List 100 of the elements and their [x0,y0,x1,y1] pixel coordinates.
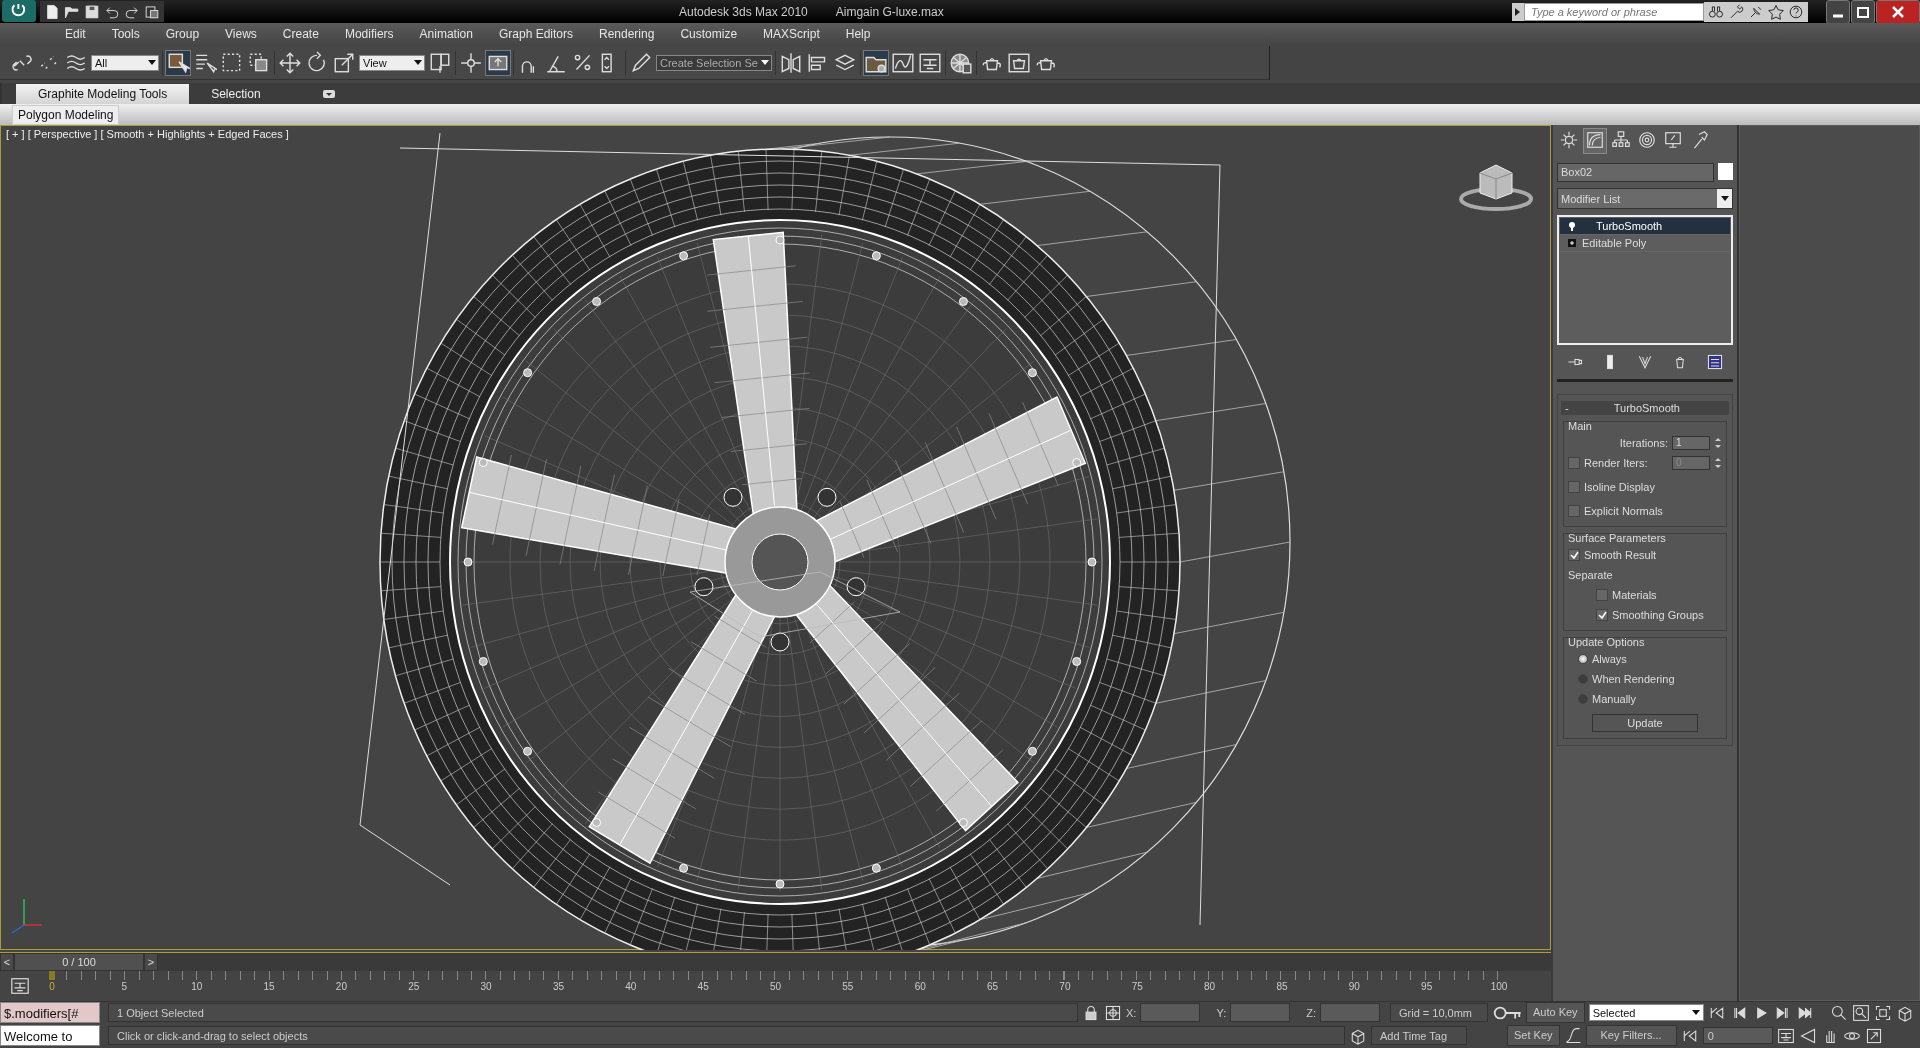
checkbox-label: Materials [1612,589,1657,602]
checkbox[interactable] [1568,549,1580,562]
reference-coordinate-dropdown[interactable]: View [359,54,425,71]
menu-item[interactable]: Views [212,27,270,42]
menu-item[interactable]: Edit [52,27,99,42]
frame-tick-label: 70 [1059,981,1071,993]
zoom-icon[interactable] [1829,1003,1848,1022]
grid-status: Grid = 10,0mm [1390,1003,1488,1023]
save-icon[interactable] [84,3,100,20]
selection-status: 1 Object Selected [108,1003,1078,1023]
ribbon-panel-label[interactable]: Polygon Modeling [12,104,120,125]
star-icon[interactable] [1768,3,1784,20]
restore-icon[interactable] [1851,0,1875,24]
light-bulb-icon[interactable] [1568,221,1576,231]
listener-field[interactable]: Welcome to [0,1025,100,1047]
time-slider-thumb[interactable]: 0 / 100 [14,953,144,972]
time-config-icon[interactable] [1776,1026,1795,1045]
frame-tick-label: 0 [49,981,55,993]
previous-frame-button[interactable]: < [0,953,14,972]
menu-item[interactable]: Create [269,27,332,42]
binoculars-icon[interactable] [1708,3,1724,20]
panel-tab[interactable] [1583,128,1607,155]
checkbox[interactable] [1568,481,1580,494]
spinner-arrows-icon[interactable] [1714,436,1722,451]
zoom-all-icon[interactable] [1851,1003,1870,1022]
stack-item[interactable]: TurboSmooth [1560,218,1730,236]
frame-tick-label: 65 [987,981,999,993]
stack-item[interactable]: Editable Poly [1560,235,1730,253]
set-key-button[interactable]: Set Key [1507,1025,1560,1047]
ribbon-tab[interactable]: Graphite Modeling Tools [16,84,190,105]
x-field[interactable] [1140,1003,1201,1023]
z-field[interactable] [1320,1003,1380,1023]
new-file-icon[interactable] [44,3,60,20]
folder-icon[interactable] [864,50,888,75]
close-icon[interactable] [1876,0,1920,24]
frame-tick-label: 80 [1204,981,1216,993]
menu-item[interactable]: Customize [667,27,751,42]
move-icon[interactable] [278,50,302,75]
key-filters-button[interactable]: Key Filters... [1585,1025,1677,1047]
minimize-icon[interactable] [1826,0,1850,24]
group-title: Surface Parameters [1568,532,1667,545]
menu-item[interactable]: Group [152,27,213,42]
lock-icon[interactable] [1082,1003,1100,1022]
y-field[interactable] [1230,1003,1291,1023]
frame-tick-label: 15 [263,981,275,993]
rollout-header[interactable]: - TurboSmooth [1561,401,1729,416]
frame-tick-label: 10 [191,981,203,993]
menu-item[interactable]: Tools [98,27,153,42]
menu-item[interactable]: MAXScript [750,27,833,42]
radio-button[interactable] [1578,654,1588,665]
ribbon-options-icon[interactable] [322,90,335,99]
help-icon[interactable] [1788,3,1804,20]
menu-item[interactable]: Help [832,27,884,42]
modifier-list-dropdown[interactable]: Modifier List [1557,188,1733,210]
checkbox[interactable] [1596,609,1608,622]
manipulate-icon[interactable] [459,50,483,75]
absolute-mode-icon[interactable] [1104,1003,1122,1022]
object-color-swatch[interactable] [1718,163,1733,181]
frame-tick-label: 55 [842,981,854,993]
select-object-icon[interactable] [166,50,190,75]
project-folder-icon[interactable] [144,3,160,20]
menu-item[interactable]: Graph Editors [485,27,586,42]
current-frame-field[interactable]: 0 [1702,1027,1773,1045]
mirror-icon[interactable] [779,50,803,75]
radio-button[interactable] [1578,674,1588,685]
configure-sets-icon[interactable] [1706,353,1725,372]
app-logo-icon[interactable] [2,0,36,22]
maximize-viewport-icon[interactable] [1864,1026,1883,1045]
next-frame-button[interactable]: > [144,953,158,972]
field-of-view-icon[interactable] [1798,1026,1817,1045]
expand-icon[interactable] [1568,239,1576,248]
wrench-icon[interactable] [1728,3,1744,20]
menu-item[interactable]: Rendering [586,27,668,42]
auto-key-button[interactable]: Auto Key [1526,1002,1585,1024]
menu-item[interactable]: Animation [406,27,486,42]
checkbox-label: Smooth Result [1584,549,1657,562]
add-time-tag-button[interactable]: Add Time Tag [1371,1026,1467,1046]
key-mode-dropdown[interactable]: Selected [1588,1004,1704,1022]
menu-item[interactable]: Modifiers [331,27,407,42]
spinner-arrows-icon[interactable] [1714,456,1722,471]
named-selection-dropdown[interactable]: Create Selection Se [656,54,772,71]
pen-icon[interactable] [629,50,653,75]
checkbox-label: Smoothing Groups [1612,609,1704,622]
coordinate-label: X: [1126,1006,1137,1019]
radio-label: Manually [1592,693,1637,706]
selection-filter-dropdown[interactable]: All [91,54,159,71]
iterations-field[interactable]: 1 [1672,436,1710,451]
update-button[interactable]: Update [1592,714,1698,733]
radio-button[interactable] [1578,694,1588,705]
checkbox[interactable] [1568,505,1580,518]
ribbon-tab[interactable]: Selection [189,84,283,105]
search-field[interactable]: Type a keyword or phrase [1524,2,1704,21]
viewport-label[interactable]: [ + ] [ Perspective ] [ Smooth + Highlights + Edged Faces ] [6,128,289,141]
zoom-extents-icon[interactable] [1873,1003,1892,1022]
object-name-field[interactable]: Box02 [1557,163,1714,183]
tangent-curve-icon[interactable] [1563,1026,1582,1045]
frame-tick-label: 60 [914,981,926,993]
checkbox[interactable] [1596,589,1608,602]
checkbox[interactable] [1568,457,1580,470]
maxscript-field[interactable]: $.modifiers[# [0,1002,100,1024]
